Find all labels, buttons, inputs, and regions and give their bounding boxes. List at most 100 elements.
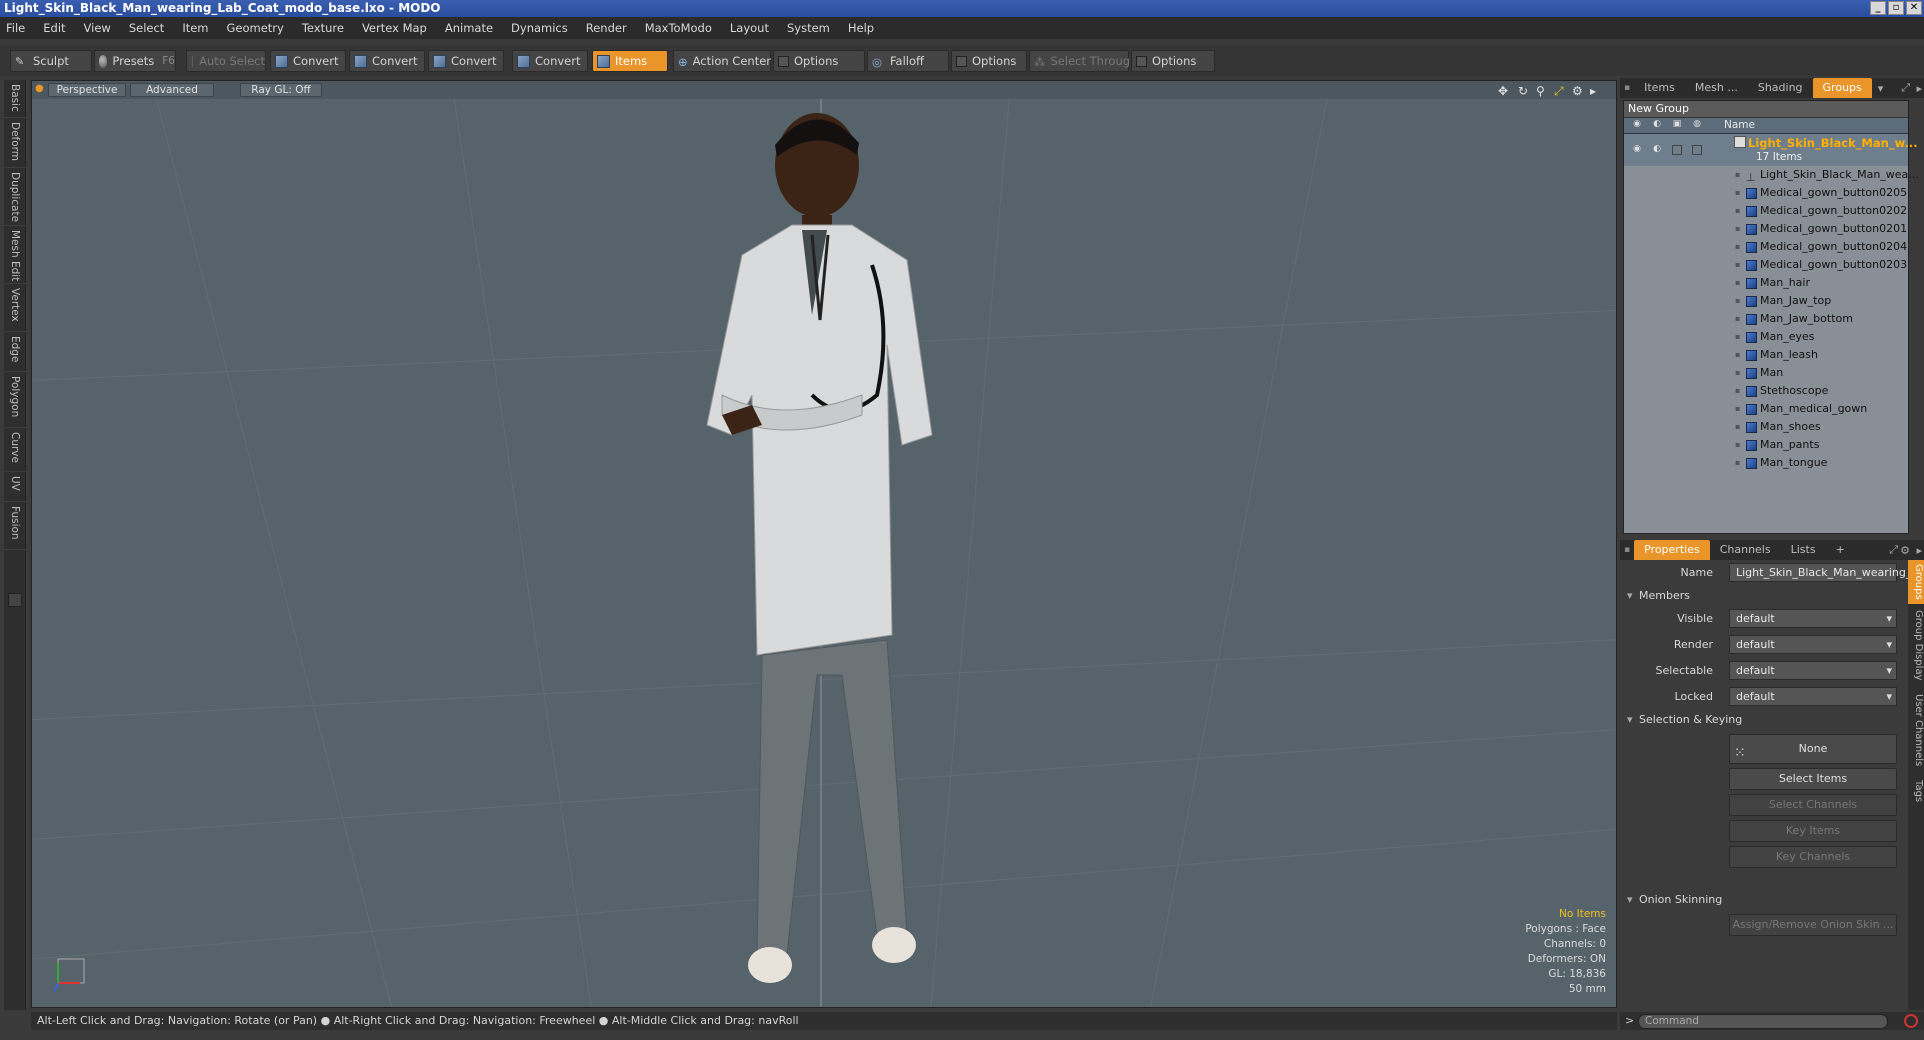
presets-button[interactable]: Presets F6: [94, 50, 176, 72]
group-row[interactable]: ◉ ◐ Light_Skin_Black_Man_w... 17 Items: [1624, 134, 1918, 166]
locked-dropdown[interactable]: default: [1729, 687, 1897, 706]
tab-items[interactable]: Items: [1634, 78, 1685, 98]
sculpt-button[interactable]: ✎ Sculpt: [10, 50, 92, 72]
tab-basic[interactable]: Basic: [4, 80, 26, 118]
eye-icon[interactable]: ◉: [1630, 119, 1644, 132]
tab-shading[interactable]: Shading: [1748, 78, 1813, 98]
panel-more-icon[interactable]: ▸: [1916, 82, 1922, 95]
render-icon[interactable]: ◐: [1650, 119, 1664, 132]
list-item[interactable]: ▪ Medical_gown_button0203: [1624, 256, 1908, 274]
eye-icon[interactable]: ◉: [1630, 144, 1644, 157]
list-item[interactable]: ▪ Man_hair: [1624, 274, 1908, 292]
menu-layout[interactable]: Layout: [730, 21, 769, 35]
menu-system[interactable]: System: [787, 21, 830, 35]
menu-select[interactable]: Select: [129, 21, 164, 35]
minimize-button[interactable]: _: [1870, 1, 1886, 15]
auto-select-button[interactable]: Auto Select: [186, 50, 266, 72]
menu-dynamics[interactable]: Dynamics: [511, 21, 568, 35]
menu-edit[interactable]: Edit: [43, 21, 65, 35]
assign-onion-skin-button[interactable]: Assign/Remove Onion Skin ...: [1729, 914, 1897, 936]
rotate-icon[interactable]: ↻: [1518, 84, 1528, 98]
tab-lists[interactable]: Lists: [1781, 540, 1826, 560]
key-channels-button[interactable]: Key Channels: [1729, 846, 1897, 868]
add-tab-button[interactable]: +: [1826, 540, 1855, 560]
menu-help[interactable]: Help: [848, 21, 874, 35]
list-item[interactable]: ▪ Medical_gown_button0205: [1624, 184, 1908, 202]
select-checkbox[interactable]: [1692, 145, 1702, 155]
options-button-1[interactable]: Options: [773, 50, 865, 72]
shading-mode-button[interactable]: Advanced: [130, 83, 214, 97]
convert-button-1[interactable]: Convert: [270, 50, 346, 72]
convert-button-3[interactable]: Convert: [428, 50, 504, 72]
record-icon[interactable]: [1904, 1014, 1918, 1028]
zoom-icon[interactable]: ⚲: [1536, 84, 1545, 98]
maximize-viewport-icon[interactable]: ⤢: [1554, 84, 1564, 99]
tab-channels[interactable]: Channels: [1710, 540, 1781, 560]
tab-polygon[interactable]: Polygon: [4, 372, 26, 428]
list-item[interactable]: ▪ Medical_gown_button0202: [1624, 202, 1908, 220]
menu-geometry[interactable]: Geometry: [227, 21, 284, 35]
menu-render[interactable]: Render: [586, 21, 627, 35]
menu-file[interactable]: File: [6, 21, 25, 35]
character-model[interactable]: [662, 95, 1002, 995]
list-item[interactable]: ▪ Man: [1624, 364, 1908, 382]
visible-dropdown[interactable]: default: [1729, 609, 1897, 628]
select-through-button[interactable]: ⁂ Select Through: [1029, 50, 1137, 72]
options-button-3[interactable]: Options: [1131, 50, 1215, 72]
tab-vertex[interactable]: Vertex: [4, 284, 26, 332]
tab-properties[interactable]: Properties: [1634, 540, 1710, 560]
vtab-group-display[interactable]: Group Display: [1908, 606, 1924, 688]
panel-more-icon[interactable]: ▸: [1916, 544, 1922, 557]
vtab-tags[interactable]: Tags: [1908, 776, 1924, 816]
raygl-button[interactable]: Ray GL: Off: [240, 83, 322, 97]
menu-maxtomodo[interactable]: MaxToModo: [645, 21, 712, 35]
members-section[interactable]: Members: [1623, 586, 1909, 606]
panel-menu-icon[interactable]: ▪: [1620, 83, 1634, 93]
none-button[interactable]: ⁙ None: [1729, 734, 1897, 764]
viewport-expand-icon[interactable]: ▸: [1590, 84, 1596, 98]
list-item[interactable]: ▪ Medical_gown_button0201: [1624, 220, 1908, 238]
list-item[interactable]: ▪ Man_Jaw_top: [1624, 292, 1908, 310]
render-icon[interactable]: ◐: [1650, 144, 1664, 157]
list-item[interactable]: ▪ Medical_gown_button0204: [1624, 238, 1908, 256]
selection-keying-section[interactable]: Selection & Keying: [1623, 710, 1909, 730]
panel-settings-icon[interactable]: ⚙: [1900, 544, 1910, 557]
convert-button-2[interactable]: Convert: [349, 50, 425, 72]
selectable-dropdown[interactable]: default: [1729, 661, 1897, 680]
list-item[interactable]: ▪ Man_shoes: [1624, 418, 1908, 436]
options-button-2[interactable]: Options: [951, 50, 1027, 72]
falloff-button[interactable]: ◎ Falloff: [867, 50, 949, 72]
list-item[interactable]: ▪ Man_tongue: [1624, 454, 1908, 472]
list-item[interactable]: ▪ Man_eyes: [1624, 328, 1908, 346]
convert-button-4[interactable]: Convert: [512, 50, 588, 72]
tab-mesh[interactable]: Mesh ...: [1685, 78, 1748, 98]
onion-skinning-section[interactable]: Onion Skinning: [1623, 890, 1909, 910]
panel-expand-icon[interactable]: ⤢: [1901, 81, 1910, 95]
list-item[interactable]: ▪ Man_pants: [1624, 436, 1908, 454]
menu-item[interactable]: Item: [182, 21, 208, 35]
select-channels-button[interactable]: Select Channels: [1729, 794, 1897, 816]
tab-fusion[interactable]: Fusion: [4, 502, 26, 550]
view-mode-button[interactable]: Perspective: [48, 83, 126, 97]
list-item[interactable]: ▪ Man_medical_gown: [1624, 400, 1908, 418]
new-group-button[interactable]: New Group: [1624, 101, 1908, 118]
vtab-groups[interactable]: Groups: [1908, 560, 1924, 604]
close-button[interactable]: ✕: [1906, 1, 1922, 15]
tab-curve[interactable]: Curve: [4, 428, 26, 472]
panel-menu-icon[interactable]: ▪: [1620, 545, 1634, 555]
name-field[interactable]: Light_Skin_Black_Man_wearing_l: [1729, 563, 1914, 582]
list-item[interactable]: ▪ Man_Jaw_bottom: [1624, 310, 1908, 328]
expand-icon[interactable]: [8, 593, 22, 607]
pan-icon[interactable]: ✥: [1498, 84, 1508, 98]
key-items-button[interactable]: Key Items: [1729, 820, 1897, 842]
tab-mesh-edit[interactable]: Mesh Edit: [4, 226, 26, 284]
menu-view[interactable]: View: [84, 21, 111, 35]
select-icon[interactable]: ◍: [1690, 119, 1704, 132]
render-dropdown[interactable]: default: [1729, 635, 1897, 654]
lock-icon[interactable]: ▣: [1670, 119, 1684, 132]
command-input[interactable]: Command: [1638, 1014, 1888, 1029]
items-button[interactable]: Items: [592, 50, 668, 72]
menu-vertex-map[interactable]: Vertex Map: [362, 21, 427, 35]
tab-duplicate[interactable]: Duplicate: [4, 168, 26, 226]
menu-animate[interactable]: Animate: [445, 21, 493, 35]
